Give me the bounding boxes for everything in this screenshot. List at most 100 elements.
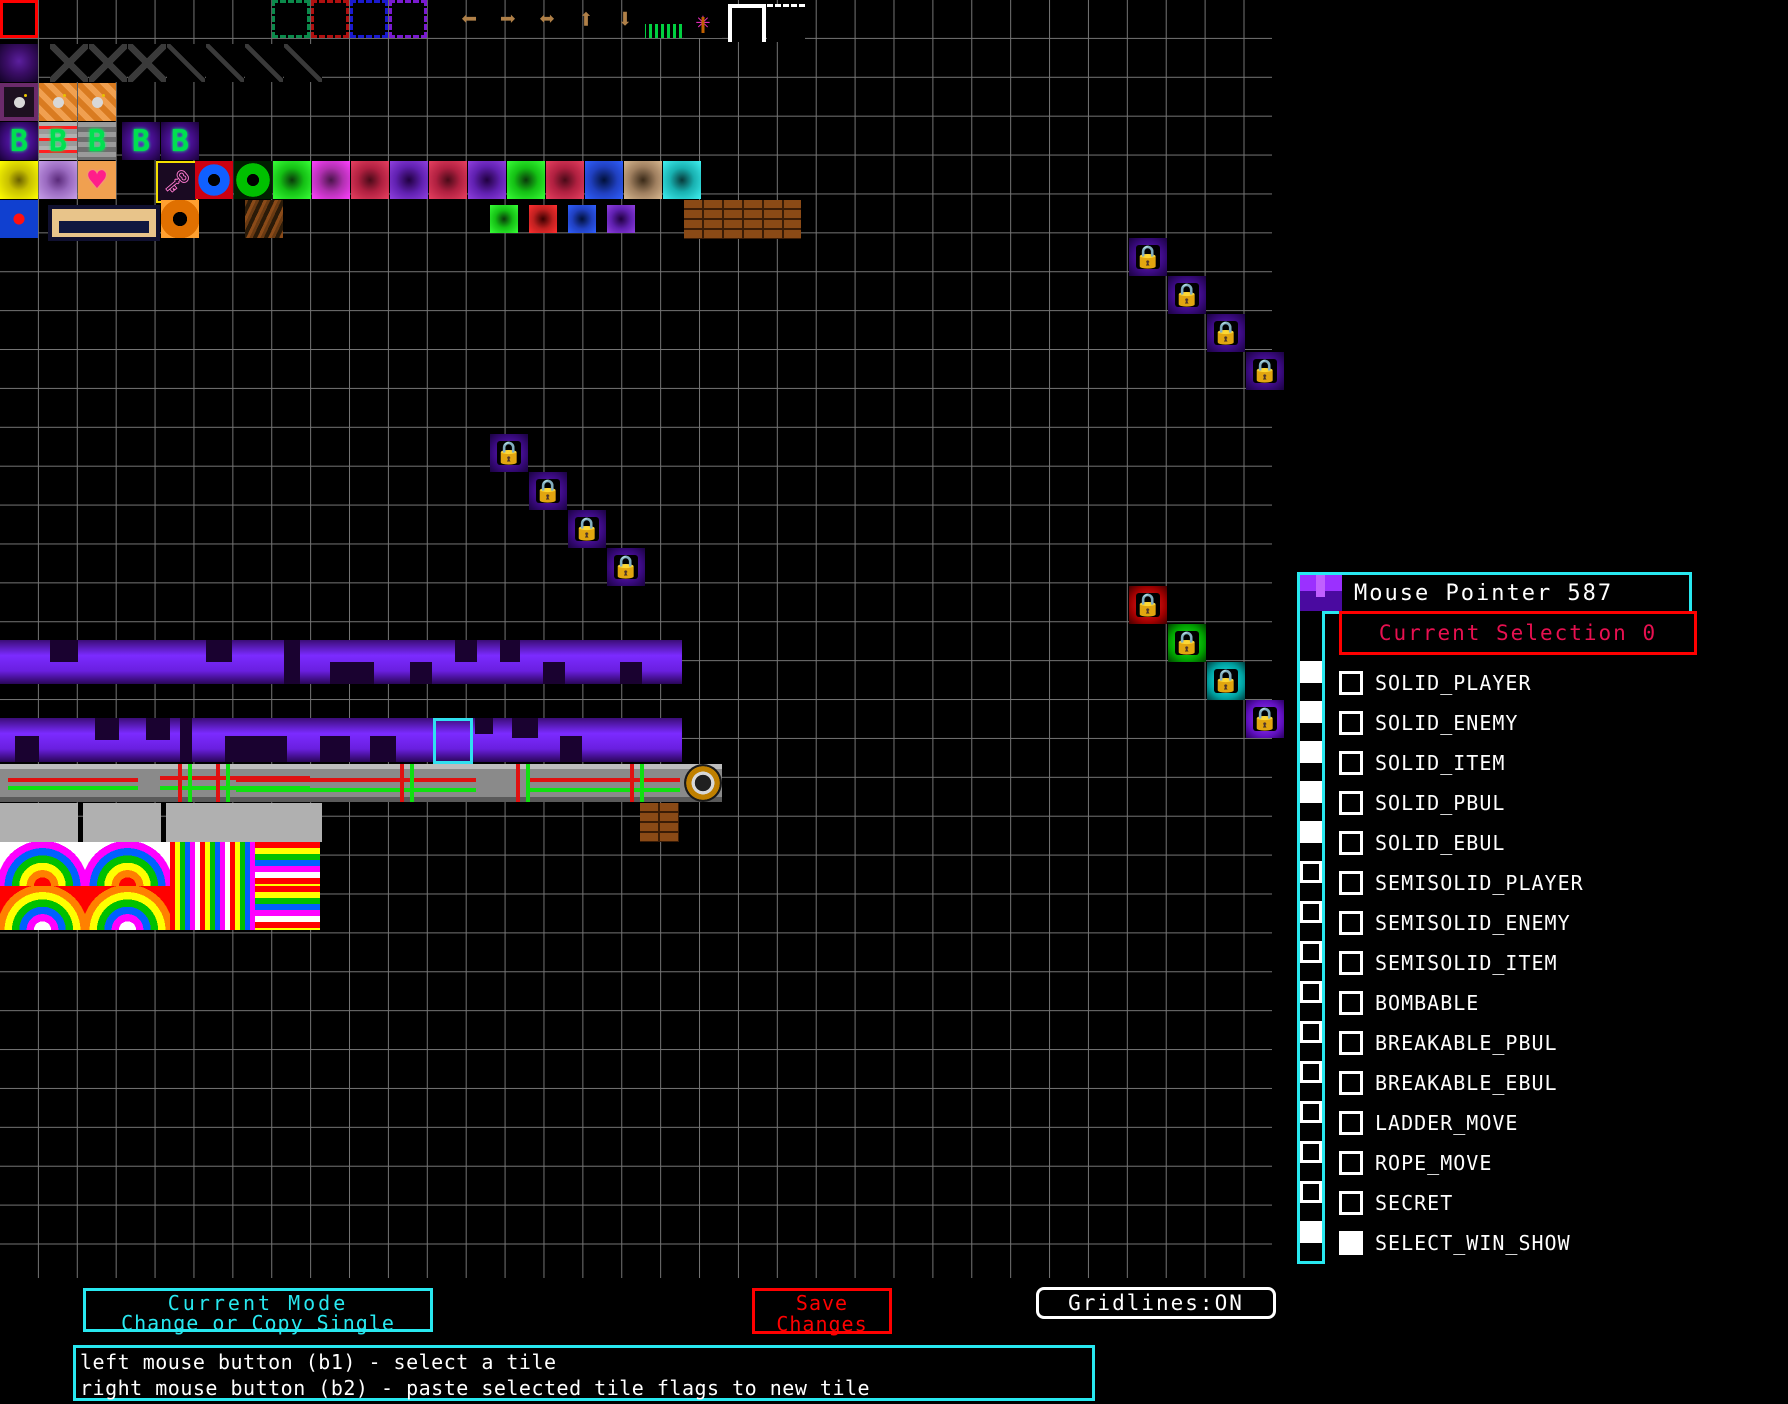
tile-lock-purple[interactable]: 🔒 bbox=[1246, 352, 1284, 390]
flag-checkbox[interactable] bbox=[1339, 831, 1363, 855]
tile-lock-cyan[interactable]: 🔒 bbox=[568, 510, 606, 548]
tile-gem-violet[interactable] bbox=[390, 161, 428, 199]
tile-beam[interactable] bbox=[206, 44, 244, 82]
tile-bomb-brick[interactable] bbox=[78, 83, 116, 121]
tile-cross-hatch[interactable] bbox=[89, 44, 127, 82]
flag-checkbox[interactable] bbox=[1339, 1111, 1363, 1135]
gridlines-toggle-button[interactable]: Gridlines:ON bbox=[1036, 1287, 1276, 1319]
flag-indicator[interactable] bbox=[1300, 1181, 1322, 1203]
tile-b-block[interactable]: B bbox=[39, 122, 77, 160]
flag-checkbox[interactable] bbox=[1339, 791, 1363, 815]
tile-beam[interactable] bbox=[167, 44, 205, 82]
tile-pipe-row[interactable] bbox=[0, 764, 722, 802]
flag-row[interactable]: ROPE_MOVE bbox=[1339, 1143, 1697, 1183]
tile-gem-violet[interactable] bbox=[468, 161, 506, 199]
tile-rainbow-arc-inv[interactable] bbox=[0, 886, 85, 930]
tile-scroll[interactable] bbox=[48, 205, 160, 241]
tile-lock-violet[interactable]: 🔒 bbox=[607, 548, 645, 586]
flag-row[interactable]: SEMISOLID_PLAYER bbox=[1339, 863, 1697, 903]
flag-checkbox[interactable] bbox=[1339, 1191, 1363, 1215]
flag-indicator[interactable] bbox=[1300, 1141, 1322, 1163]
tile-brick-wall[interactable] bbox=[684, 200, 801, 239]
flag-checkbox[interactable] bbox=[1339, 911, 1363, 935]
flag-indicator[interactable] bbox=[1300, 981, 1322, 1003]
tile-gem-crimson[interactable] bbox=[429, 161, 467, 199]
tile-heart[interactable] bbox=[78, 161, 116, 199]
flag-indicator[interactable] bbox=[1300, 861, 1322, 883]
tile-dashed-red[interactable] bbox=[311, 0, 349, 38]
arrow-down-icon[interactable]: ⬇ bbox=[606, 0, 644, 38]
tile-gem-teal[interactable] bbox=[663, 161, 701, 199]
tile-b-block[interactable]: B bbox=[161, 122, 199, 160]
tile-cross-hatch[interactable] bbox=[128, 44, 166, 82]
tile-lock-red[interactable]: 🔒 bbox=[1129, 586, 1167, 624]
tile-lock-violet[interactable]: 🔒 bbox=[1246, 700, 1284, 738]
tile-gem-green[interactable] bbox=[507, 161, 545, 199]
tile-gem-yellow[interactable] bbox=[0, 161, 38, 199]
flag-checkbox[interactable] bbox=[1339, 671, 1363, 695]
tile-lock-green[interactable]: 🔒 bbox=[1168, 624, 1206, 662]
tile-lock-green[interactable]: 🔒 bbox=[529, 472, 567, 510]
tile-rainbow-stripes-h[interactable] bbox=[255, 842, 320, 886]
tile-selected-empty[interactable] bbox=[0, 0, 38, 38]
tile-dashed-green[interactable] bbox=[272, 0, 310, 38]
tile-dashed-blue[interactable] bbox=[350, 0, 388, 38]
flag-indicator[interactable] bbox=[1300, 741, 1322, 763]
tile-gem-green[interactable] bbox=[273, 161, 311, 199]
tile-gem-crimson[interactable] bbox=[546, 161, 584, 199]
flag-indicator[interactable] bbox=[1300, 1221, 1322, 1243]
flag-checkbox[interactable] bbox=[1339, 1231, 1363, 1255]
flag-row[interactable]: SOLID_PLAYER bbox=[1339, 663, 1697, 703]
tile-dashed-purple[interactable] bbox=[389, 0, 427, 38]
tile-rainbow-stripes-h[interactable] bbox=[255, 886, 320, 930]
tile-brick-framed[interactable] bbox=[244, 803, 322, 842]
flag-checkbox[interactable] bbox=[1339, 1031, 1363, 1055]
flag-row[interactable]: SOLID_ENEMY bbox=[1339, 703, 1697, 743]
tile-blue-orb[interactable] bbox=[195, 161, 233, 199]
flag-checkbox[interactable] bbox=[1339, 871, 1363, 895]
flag-row[interactable]: BREAKABLE_EBUL bbox=[1339, 1063, 1697, 1103]
flag-indicator[interactable] bbox=[1300, 821, 1322, 843]
tile-rainbow-arc[interactable] bbox=[0, 842, 85, 886]
tile-rainbow-arc[interactable] bbox=[85, 842, 170, 886]
tile-rainbow-arc-inv[interactable] bbox=[85, 886, 170, 930]
tile-gem-magenta[interactable] bbox=[312, 161, 350, 199]
tile-b-block[interactable]: B bbox=[0, 122, 38, 160]
tile-switch-blue[interactable] bbox=[568, 205, 596, 233]
tile-lock-purple[interactable]: 🔒 bbox=[1129, 238, 1167, 276]
tile-brick-wall[interactable] bbox=[640, 803, 679, 842]
flag-indicator[interactable] bbox=[1300, 701, 1322, 723]
flag-row[interactable]: BREAKABLE_PBUL bbox=[1339, 1023, 1697, 1063]
tile-platform-solid[interactable] bbox=[728, 4, 766, 42]
tile-purple-block[interactable] bbox=[0, 44, 38, 82]
flag-checkbox[interactable] bbox=[1339, 711, 1363, 735]
tile-red-blue-orb[interactable] bbox=[0, 200, 38, 238]
tile-cross-hatch[interactable] bbox=[50, 44, 88, 82]
tile-flower[interactable] bbox=[684, 0, 722, 38]
flag-indicator[interactable] bbox=[1300, 941, 1322, 963]
flag-row[interactable]: BOMBABLE bbox=[1339, 983, 1697, 1023]
flag-indicator[interactable] bbox=[1300, 1101, 1322, 1123]
tile-lock-cyan[interactable]: 🔒 bbox=[1207, 662, 1245, 700]
flag-indicator[interactable] bbox=[1300, 1021, 1322, 1043]
flag-row[interactable]: SOLID_PBUL bbox=[1339, 783, 1697, 823]
tile-gem-crimson[interactable] bbox=[351, 161, 389, 199]
flag-row[interactable]: SEMISOLID_ENEMY bbox=[1339, 903, 1697, 943]
tile-switch-red[interactable] bbox=[529, 205, 557, 233]
tile-gem-tan[interactable] bbox=[624, 161, 662, 199]
tile-lock-purple[interactable]: 🔒 bbox=[1168, 276, 1206, 314]
flag-indicator[interactable] bbox=[1300, 901, 1322, 923]
flag-row[interactable]: SECRET bbox=[1339, 1183, 1697, 1223]
flag-row[interactable]: SOLID_EBUL bbox=[1339, 823, 1697, 863]
tile-platform-dashed[interactable] bbox=[767, 4, 805, 42]
flag-checkbox[interactable] bbox=[1339, 951, 1363, 975]
tile-rainbow-stripes-v[interactable] bbox=[170, 886, 255, 930]
flag-checkbox[interactable] bbox=[1339, 751, 1363, 775]
current-mode-button[interactable]: Current Mode Change or Copy Single bbox=[83, 1288, 433, 1333]
arrow-right-icon[interactable]: ➡ bbox=[489, 0, 527, 38]
tile-beam[interactable] bbox=[245, 44, 283, 82]
tile-beam[interactable] bbox=[284, 44, 322, 82]
flag-indicator[interactable] bbox=[1300, 781, 1322, 803]
tile-bomb-framed[interactable] bbox=[0, 83, 38, 121]
tile-gem-lavender[interactable] bbox=[39, 161, 77, 199]
